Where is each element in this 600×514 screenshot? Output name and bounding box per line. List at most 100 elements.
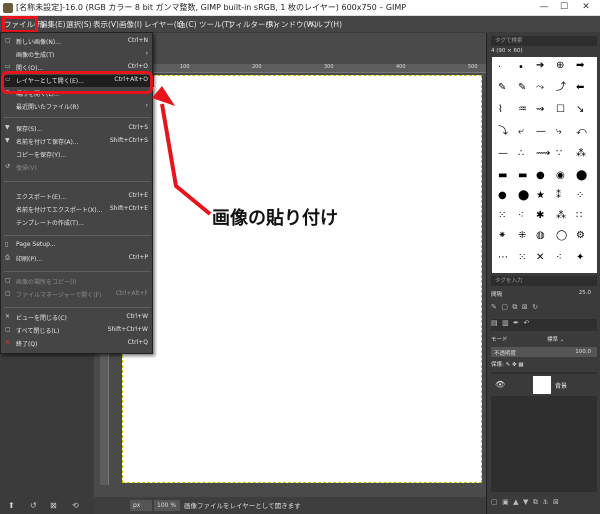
brush-item[interactable]: ⁙ — [498, 211, 506, 221]
brush-item[interactable]: ⁑ — [556, 191, 561, 201]
delete-layer-icon[interactable]: ⊠ — [553, 498, 559, 506]
brush-item[interactable]: ⬤ — [576, 171, 587, 181]
new-layer-icon[interactable]: ▢ — [491, 498, 498, 506]
spacing-value[interactable]: 25.0 — [579, 290, 591, 296]
brush-item[interactable]: · — [498, 63, 501, 73]
tool-options-icon[interactable]: ⬆ — [8, 501, 15, 510]
brush-item[interactable]: ♒ — [518, 105, 527, 115]
channels-tab-icon[interactable]: ▥ — [502, 319, 509, 327]
brush-item[interactable]: ✎ — [518, 83, 526, 93]
menu-item-page-setup[interactable]: ▯ Page Setup... — [1, 240, 154, 252]
brush-item[interactable]: ⤵ — [498, 127, 508, 137]
brush-item[interactable]: ⁙ — [518, 253, 526, 263]
menu-help[interactable]: ヘルプ(H) — [308, 19, 342, 30]
brush-item[interactable]: ∴ — [518, 149, 524, 159]
brush-item[interactable]: ⌇ — [498, 105, 503, 115]
lock-position-icon[interactable]: ✥ — [512, 362, 517, 368]
raise-layer-icon[interactable]: ▲ — [513, 498, 518, 506]
brush-item[interactable]: ▬ — [498, 171, 507, 181]
brush-item[interactable]: ▬ — [518, 171, 527, 181]
reset-icon[interactable]: ↺ — [30, 501, 37, 510]
brush-item[interactable]: ➡ — [576, 61, 584, 71]
brush-item[interactable]: • — [518, 63, 524, 73]
image-canvas[interactable] — [122, 75, 482, 483]
edit-brush-icon[interactable]: ✎ — [491, 303, 497, 311]
unit-select[interactable]: px — [130, 500, 152, 511]
delete-icon[interactable]: ⊠ — [50, 501, 57, 510]
menu-view[interactable]: 表示(V) — [93, 19, 119, 30]
brush-item[interactable]: ★ — [536, 191, 545, 201]
menu-item-close-view[interactable]: ✕ ビューを閉じる(C) Ctrl+W — [1, 312, 154, 324]
visibility-eye-icon[interactable]: 👁 — [495, 380, 505, 389]
brush-item[interactable]: ⬤ — [518, 191, 529, 201]
paths-tab-icon[interactable]: ✒ — [513, 319, 519, 327]
layers-tab-icon[interactable]: ▤ — [491, 319, 498, 327]
brush-item[interactable]: ⤺ — [576, 127, 587, 137]
menu-colors[interactable]: 色(C) — [178, 19, 197, 30]
brush-item[interactable]: ● — [498, 191, 507, 201]
opacity-slider[interactable]: 不透明度 100.0 — [491, 347, 597, 357]
zoom-select[interactable]: 100 % — [154, 500, 180, 511]
tag-input[interactable]: タグを入力 — [491, 276, 597, 286]
brush-item[interactable]: ⁖ — [556, 253, 562, 263]
mode-select[interactable]: 標準 ⌄ — [547, 335, 564, 343]
maximize-button[interactable]: ☐ — [556, 1, 572, 14]
brush-item[interactable]: ◯ — [556, 231, 567, 241]
brush-item[interactable]: ⬅ — [576, 83, 584, 93]
brush-item[interactable]: ✦ — [576, 253, 584, 263]
brush-item[interactable]: ✕ — [536, 253, 544, 263]
lock-pixels-icon[interactable]: ✎ — [506, 362, 511, 368]
brush-item[interactable]: ∷ — [576, 211, 582, 221]
anchor-layer-icon[interactable]: ⚓ — [542, 498, 548, 506]
menu-item-create[interactable]: 画像の生成(T) › — [1, 49, 154, 61]
menu-select[interactable]: 選択(S) — [66, 19, 92, 30]
lock-alpha-icon[interactable]: ▦ — [518, 362, 523, 368]
brush-item[interactable]: ⋯ — [498, 253, 508, 263]
brush-item[interactable]: ☐ — [556, 105, 565, 115]
brush-spacing[interactable]: 間隔 25.0 — [491, 290, 597, 300]
menu-item-export[interactable]: エクスポート(E)... Ctrl+E — [1, 191, 154, 203]
menu-item-export-as[interactable]: 名前を付けてエクスポート(X)... Shift+Ctrl+E — [1, 204, 154, 216]
brush-item[interactable]: — — [498, 149, 508, 159]
brush-item[interactable]: ⤷ — [556, 127, 562, 137]
menu-item-close-all[interactable]: ▢ すべて閉じる(L) Shift+Ctrl+W — [1, 325, 154, 337]
menu-item-create-template[interactable]: テンプレートの作成(T)... — [1, 217, 154, 229]
undo-tab-icon[interactable]: ↶ — [523, 319, 529, 327]
brush-item[interactable]: ⤴ — [556, 83, 566, 93]
menu-edit[interactable]: 編集(E) — [40, 19, 66, 30]
brush-item[interactable]: ◉ — [556, 171, 565, 181]
brush-item[interactable]: ⁂ — [556, 211, 566, 221]
brush-item[interactable]: ↘ — [576, 105, 584, 115]
brush-item[interactable]: ⁂ — [576, 149, 586, 159]
brush-item[interactable]: ∵ — [556, 149, 562, 159]
lower-layer-icon[interactable]: ▼ — [523, 498, 528, 506]
delete-brush-icon[interactable]: ⊠ — [522, 303, 528, 311]
brush-item[interactable]: ✱ — [536, 211, 544, 221]
brush-item[interactable]: ➔ — [536, 61, 544, 71]
duplicate-brush-icon[interactable]: ⧉ — [512, 303, 517, 311]
brush-item[interactable]: ⁜ — [518, 231, 526, 241]
menu-image[interactable]: 画像(I) — [119, 19, 142, 30]
brush-item[interactable]: ⊕ — [556, 61, 564, 71]
opacity-value[interactable]: 100.0 — [575, 349, 591, 355]
brush-item[interactable]: ⤳ — [536, 83, 544, 93]
menu-item-save[interactable]: ▼ 保存(S)... Ctrl+S — [1, 123, 154, 135]
brush-item[interactable]: — — [536, 127, 546, 137]
brush-item[interactable]: ◍ — [536, 231, 545, 241]
menu-item-quit[interactable]: ✕ 終了(Q) Ctrl+Q — [1, 338, 154, 350]
brush-grid[interactable]: · • ➔ ⊕ ➡ ✎ ✎ ⤳ ⤴ ⬅ ⌇ ♒ ⇝ ☐ ↘ ⤵ ⤶ — ⤷ ⤺ … — [492, 57, 597, 273]
close-window-button[interactable]: ✕ — [578, 1, 594, 14]
layer-name[interactable]: 背景 — [555, 381, 567, 390]
duplicate-layer-icon[interactable]: ⧉ — [533, 498, 538, 506]
new-brush-icon[interactable]: ▢ — [501, 303, 508, 311]
menu-item-save-copy[interactable]: コピーを保存(Y)... — [1, 149, 154, 161]
brush-item[interactable]: ⚙ — [576, 231, 585, 241]
menu-item-print[interactable]: ⎙ 印刷(P)... Ctrl+P — [1, 253, 154, 265]
brush-tag-search[interactable]: タグで検索 — [491, 36, 597, 46]
horizontal-ruler[interactable]: 100 200 300 400 500 — [100, 64, 486, 73]
brush-item[interactable]: ⟿ — [536, 149, 550, 159]
brush-item[interactable]: ⁘ — [576, 191, 584, 201]
refresh-brush-icon[interactable]: ↻ — [532, 303, 538, 311]
new-group-icon[interactable]: ▣ — [502, 498, 509, 506]
brush-item[interactable]: ● — [536, 171, 545, 181]
